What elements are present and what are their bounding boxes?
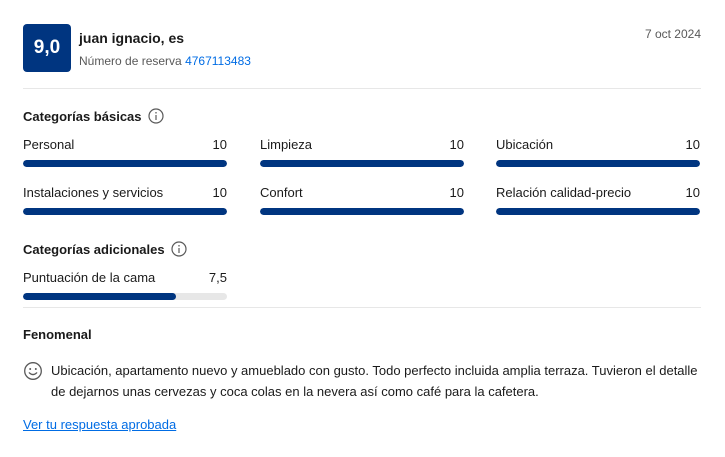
booking-reference: Número de reserva 4767113483 <box>79 54 251 68</box>
category-confort: Confort 10 <box>260 185 464 215</box>
category-personal: Personal 10 <box>23 137 227 167</box>
category-limpieza: Limpieza 10 <box>260 137 464 167</box>
basic-categories-title: Categorías básicas <box>23 108 164 124</box>
divider <box>23 307 701 308</box>
category-label: Instalaciones y servicios <box>23 185 164 200</box>
approved-response-link[interactable]: Ver tu respuesta aprobada <box>23 417 176 432</box>
category-score: 7,5 <box>208 270 227 285</box>
additional-categories-title: Categorías adicionales <box>23 241 187 257</box>
category-bar-fill <box>260 160 464 167</box>
category-bar-fill <box>260 208 464 215</box>
divider <box>23 88 701 89</box>
category-score: 10 <box>685 137 700 152</box>
category-bar-fill <box>23 160 227 167</box>
review-date: 7 oct 2024 <box>644 27 701 41</box>
category-bar-fill <box>496 208 700 215</box>
review-text: Ubicación, apartamento nuevo y amueblado… <box>51 363 698 399</box>
category-label: Ubicación <box>496 137 554 152</box>
basic-categories-label: Categorías básicas <box>23 108 142 124</box>
review-header: 9,0 juan ignacio, es Número de reserva 4… <box>23 24 701 74</box>
category-cama: Puntuación de la cama 7,5 <box>23 270 227 300</box>
category-score: 10 <box>449 185 464 200</box>
booking-number[interactable]: 4767113483 <box>185 54 251 68</box>
review-title: Fenomenal <box>23 327 92 342</box>
category-bar <box>496 208 700 215</box>
category-score: 10 <box>685 185 700 200</box>
category-score: 10 <box>212 185 227 200</box>
category-bar <box>23 208 227 215</box>
info-icon[interactable] <box>171 241 187 257</box>
category-label: Confort <box>260 185 303 200</box>
category-bar <box>23 293 227 300</box>
score-badge: 9,0 <box>23 24 71 72</box>
info-icon[interactable] <box>147 108 164 124</box>
category-score: 10 <box>449 137 464 152</box>
category-bar <box>496 160 700 167</box>
review-body: Ubicación, apartamento nuevo y amueblado… <box>23 360 701 402</box>
category-bar <box>260 160 464 167</box>
review-card: 9,0 juan ignacio, es Número de reserva 4… <box>0 0 725 457</box>
category-bar <box>260 208 464 215</box>
category-bar-fill <box>496 160 700 167</box>
category-score: 10 <box>212 137 227 152</box>
booking-label: Número de reserva <box>79 54 182 68</box>
category-label: Personal <box>23 137 75 152</box>
category-label: Relación calidad-precio <box>496 185 632 200</box>
category-bar <box>23 160 227 167</box>
category-bar-fill <box>23 208 227 215</box>
category-ubicacion: Ubicación 10 <box>496 137 700 167</box>
category-label: Puntuación de la cama <box>23 270 156 285</box>
category-instalaciones: Instalaciones y servicios 10 <box>23 185 227 215</box>
category-label: Limpieza <box>260 137 313 152</box>
reviewer-name: juan ignacio, es <box>79 30 185 46</box>
category-bar-fill <box>23 293 176 300</box>
smile-icon <box>24 362 42 380</box>
additional-categories-label: Categorías adicionales <box>23 241 165 257</box>
category-calidad-precio: Relación calidad-precio 10 <box>496 185 700 215</box>
